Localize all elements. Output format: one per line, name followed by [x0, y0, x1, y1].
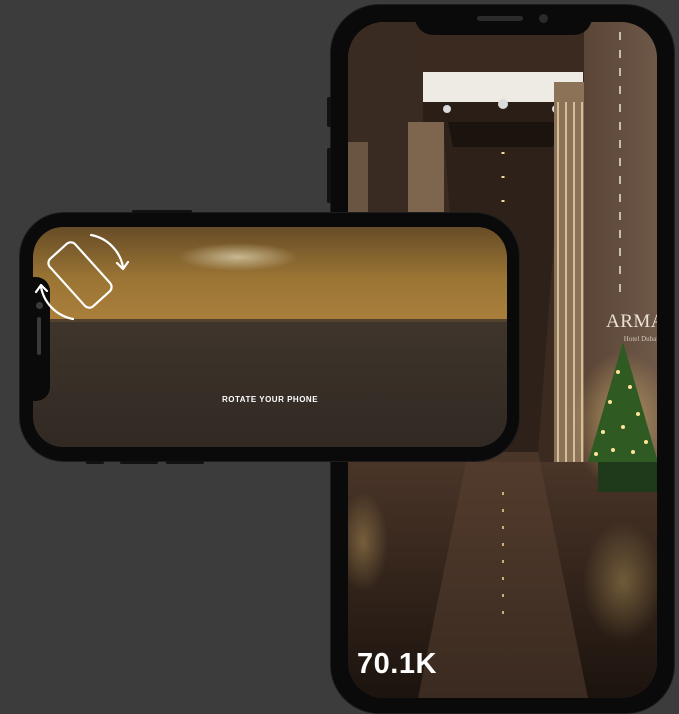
landscape-side-button-bottom-3: [166, 461, 204, 464]
rotate-phone-icon: [34, 233, 130, 321]
landscape-screen[interactable]: ROTATE YOUR PHONE: [33, 227, 507, 447]
landscape-side-button-bottom-1: [86, 461, 104, 464]
landscape-side-button-top: [132, 210, 192, 213]
portrait-notch: [415, 5, 592, 35]
portrait-side-button-volume: [327, 148, 331, 203]
speaker-grille: [477, 16, 523, 21]
view-count: 70.1K: [357, 648, 437, 680]
portrait-side-button-mute: [327, 97, 331, 127]
landscape-side-button-bottom-2: [120, 461, 158, 464]
rotate-message: ROTATE YOUR PHONE: [221, 395, 319, 404]
armani-brand-subtext: Hotel Dubai: [623, 335, 657, 343]
armani-brand-text: ARMANI: [606, 311, 657, 332]
landscape-phone: ROTATE YOUR PHONE: [20, 210, 519, 464]
front-camera-icon: [539, 14, 548, 23]
